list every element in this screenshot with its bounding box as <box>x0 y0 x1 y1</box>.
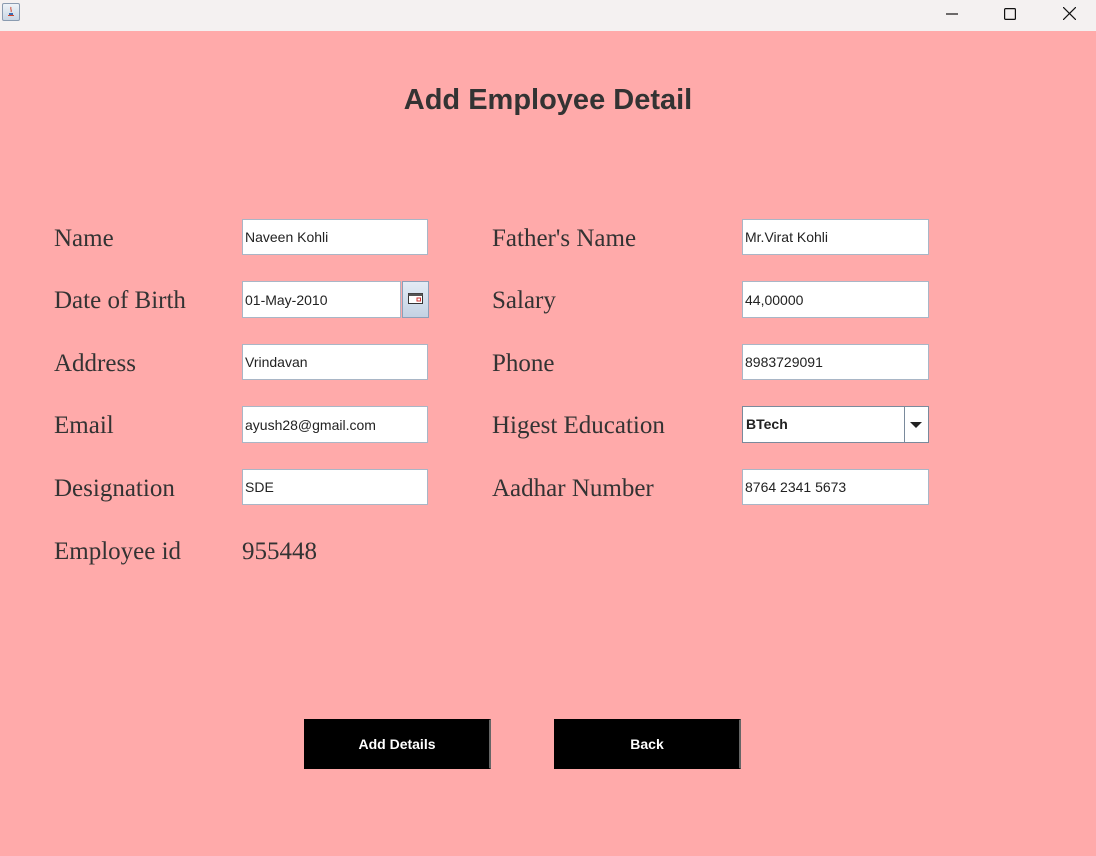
address-field[interactable] <box>242 344 428 380</box>
salary-field[interactable] <box>742 281 929 318</box>
page-title: Add Employee Detail <box>403 84 693 116</box>
minimize-button[interactable] <box>929 0 975 31</box>
java-app-icon <box>2 3 20 21</box>
email-field[interactable] <box>242 406 428 443</box>
minimize-icon <box>946 7 958 25</box>
aadhar-field[interactable] <box>742 469 929 505</box>
education-label: Higest Education <box>492 412 665 439</box>
phone-label: Phone <box>492 350 555 377</box>
window-titlebar <box>0 0 1096 31</box>
chevron-down-icon <box>910 416 922 434</box>
salary-label: Salary <box>492 287 556 314</box>
name-field[interactable] <box>242 219 428 255</box>
add-details-button[interactable]: Add Details <box>304 719 491 769</box>
aadhar-label: Aadhar Number <box>492 475 654 502</box>
designation-label: Designation <box>54 475 175 502</box>
back-button[interactable]: Back <box>554 719 741 769</box>
name-label: Name <box>54 225 114 252</box>
education-selected-value: BTech <box>746 407 905 442</box>
fathers-name-label: Father's Name <box>492 225 637 252</box>
designation-field[interactable] <box>242 469 428 505</box>
maximize-icon <box>1004 7 1017 25</box>
maximize-button[interactable] <box>987 0 1033 31</box>
employee-id-value: 955448 <box>242 538 317 565</box>
education-dropdown-button[interactable] <box>904 407 928 442</box>
employee-id-label: Employee id <box>54 538 182 565</box>
close-button[interactable] <box>1046 0 1092 31</box>
phone-field[interactable] <box>742 344 929 380</box>
dob-field[interactable] <box>242 281 401 318</box>
calendar-icon <box>408 291 423 309</box>
dob-label: Date of Birth <box>54 287 186 314</box>
email-label: Email <box>54 412 114 439</box>
form-panel: Add Employee Detail Name Father's Name D… <box>0 31 1096 856</box>
close-icon <box>1062 6 1076 25</box>
education-select[interactable]: BTech <box>742 406 929 443</box>
address-label: Address <box>54 350 136 377</box>
fathers-name-field[interactable] <box>742 219 929 255</box>
calendar-button[interactable] <box>402 281 429 318</box>
